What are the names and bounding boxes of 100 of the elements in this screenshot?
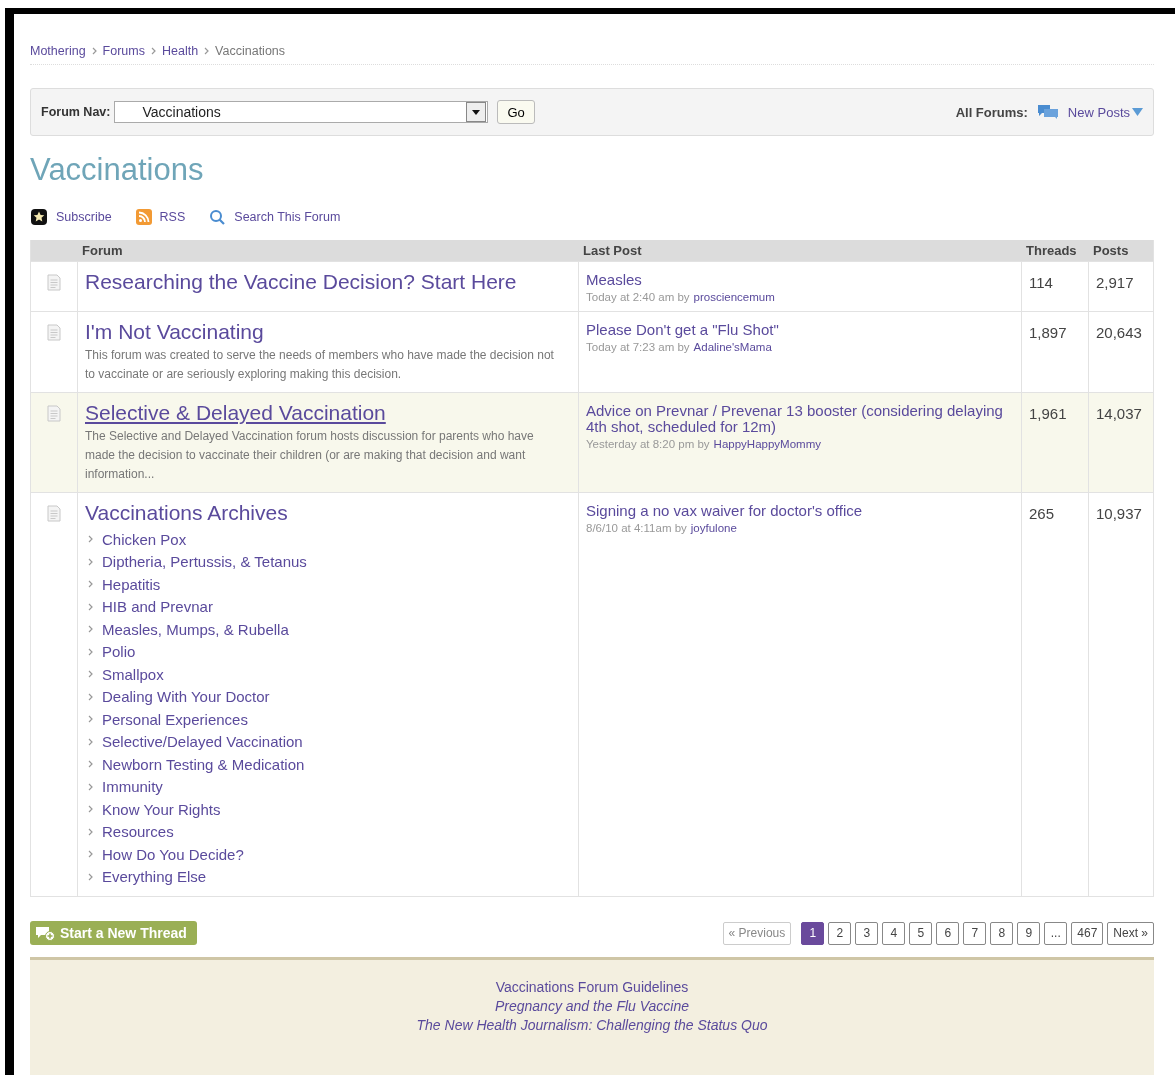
last-post-link[interactable]: Advice on Prevnar / Prevenar 13 booster (considering delaying 4th shot, scheduled for 12m) bbox=[586, 403, 1014, 435]
chevron-icon bbox=[204, 47, 210, 55]
all-forums-label: All Forums: bbox=[955, 104, 1028, 120]
page-button[interactable]: 7 bbox=[963, 921, 987, 945]
breadcrumb-link[interactable]: Health bbox=[161, 44, 199, 58]
last-post-link[interactable]: Measles bbox=[586, 272, 1014, 288]
dropdown-icon bbox=[472, 109, 481, 115]
subforum-link[interactable]: How Do You Decide? bbox=[102, 845, 244, 863]
rss-icon bbox=[135, 209, 152, 225]
search-icon bbox=[209, 208, 227, 226]
chevron-icon bbox=[88, 782, 93, 791]
posts-count: 14,037 bbox=[1088, 392, 1153, 492]
search-link[interactable]: Search This Forum bbox=[209, 208, 341, 226]
add-comment-icon bbox=[35, 925, 55, 941]
subforum-link[interactable]: Immunity bbox=[102, 778, 163, 796]
chevron-icon bbox=[88, 692, 93, 701]
go-button[interactable]: Go bbox=[497, 100, 535, 124]
forum-description: This forum was created to serve the needs of members who have made the decision not to vaccinate or are seriously exploring making this decision. bbox=[85, 347, 555, 383]
forum-title-link[interactable]: Selective & Delayed Vaccination bbox=[85, 401, 386, 425]
column-header: Last Post bbox=[578, 240, 1021, 261]
document-icon bbox=[47, 274, 61, 291]
subforum-link[interactable]: Personal Experiences bbox=[102, 710, 248, 728]
post-time: Today at 2:40 am by bbox=[586, 291, 690, 303]
subforum-link[interactable]: Chicken Pox bbox=[102, 530, 187, 548]
subforum-link[interactable]: Dealing With Your Doctor bbox=[102, 688, 270, 706]
subforum-link[interactable]: HIB and Prevnar bbox=[102, 598, 213, 616]
chevron-icon bbox=[88, 602, 93, 611]
chevron-icon bbox=[88, 760, 93, 769]
post-time: Yesterday at 8:20 pm by bbox=[586, 438, 710, 450]
post-time: Today at 7:23 am by bbox=[586, 341, 690, 353]
new-posts-link[interactable]: New Posts bbox=[1067, 104, 1143, 120]
chevron-icon bbox=[88, 827, 93, 836]
page-button[interactable]: 467 bbox=[1071, 921, 1104, 945]
subforum-link[interactable]: Polio bbox=[102, 643, 136, 661]
chevron-icon bbox=[88, 647, 93, 656]
last-post-link[interactable]: Signing a no vax waiver for doctor's office bbox=[586, 503, 1014, 519]
caret-icon bbox=[1132, 108, 1143, 116]
page-button[interactable]: 5 bbox=[909, 921, 933, 945]
username-link[interactable]: prosciencemum bbox=[693, 291, 775, 303]
next-page-button[interactable]: Next » bbox=[1107, 921, 1154, 945]
chevron-icon bbox=[88, 580, 93, 589]
page-title: Vaccinations bbox=[30, 152, 205, 188]
chevron-icon bbox=[88, 850, 93, 859]
chevron-icon bbox=[88, 670, 93, 679]
page-button[interactable]: 6 bbox=[936, 921, 960, 945]
breadcrumb-link[interactable]: Forums bbox=[102, 44, 145, 58]
page-button[interactable]: 3 bbox=[855, 921, 879, 945]
subforum-link[interactable]: Newborn Testing & Medication bbox=[102, 755, 305, 773]
speech-bubbles-icon bbox=[1037, 105, 1058, 119]
breadcrumb-link[interactable]: Vaccinations bbox=[215, 44, 286, 58]
chevron-icon bbox=[150, 47, 156, 55]
forum-nav-label: Forum Nav: bbox=[41, 105, 111, 119]
footer-link[interactable]: Pregnancy and the Flu Vaccine bbox=[494, 997, 689, 1016]
chevron-icon bbox=[88, 872, 93, 881]
username-link[interactable]: HappyHappyMommy bbox=[713, 438, 821, 450]
subforum-link[interactable]: Measles, Mumps, & Rubella bbox=[102, 620, 289, 638]
subforum-link[interactable]: Diptheria, Pertussis, & Tetanus bbox=[102, 553, 307, 571]
subforum-link[interactable]: Know Your Rights bbox=[102, 800, 221, 818]
subforum-link[interactable]: Resources bbox=[102, 823, 174, 841]
subforum-link[interactable]: Selective/Delayed Vaccination bbox=[102, 733, 303, 751]
document-icon bbox=[47, 324, 61, 341]
page-button[interactable]: 2 bbox=[828, 921, 852, 945]
chevron-icon bbox=[88, 805, 93, 814]
footer-link[interactable]: The New Health Journalism: Challenging the Status Quo bbox=[416, 1016, 768, 1035]
page-button[interactable]: ... bbox=[1044, 921, 1068, 945]
forum-select[interactable]: Vaccinations bbox=[114, 101, 489, 123]
last-post-link[interactable]: Please Don't get a "Flu Shot" bbox=[586, 322, 1014, 338]
forum-title-link[interactable]: Vaccinations Archives bbox=[85, 501, 288, 525]
posts-count: 10,937 bbox=[1088, 492, 1153, 896]
username-link[interactable]: Adaline'sMama bbox=[693, 341, 772, 353]
forum-title-link[interactable]: I'm Not Vaccinating bbox=[85, 320, 264, 344]
column-header: Threads bbox=[1021, 240, 1088, 261]
forum-description: The Selective and Delayed Vaccination forum hosts discussion for parents who have made the decision to vaccinate their children (or are making that decision and want information... bbox=[85, 428, 535, 483]
column-header: Posts bbox=[1088, 240, 1153, 261]
page-button[interactable]: 9 bbox=[1017, 921, 1041, 945]
page-button[interactable]: 4 bbox=[882, 921, 906, 945]
document-icon bbox=[47, 405, 61, 422]
chevron-icon bbox=[88, 625, 93, 634]
page-button[interactable]: 8 bbox=[990, 921, 1014, 945]
breadcrumb-link[interactable]: Mothering bbox=[30, 44, 86, 58]
username-link[interactable]: joyfulone bbox=[690, 522, 737, 534]
chevron-icon bbox=[88, 535, 93, 544]
subforum-link[interactable]: Everything Else bbox=[102, 868, 207, 886]
threads-count: 265 bbox=[1021, 492, 1088, 896]
rss-link[interactable]: RSS bbox=[135, 209, 186, 225]
footer-link[interactable]: Vaccinations Forum Guidelines bbox=[495, 978, 689, 997]
column-header: Forum bbox=[77, 240, 578, 261]
chevron-icon bbox=[88, 737, 93, 746]
page-button[interactable]: 1 bbox=[801, 921, 825, 945]
threads-count: 114 bbox=[1021, 261, 1088, 311]
subforum-link[interactable]: Hepatitis bbox=[102, 575, 161, 593]
subforum-link[interactable]: Smallpox bbox=[102, 665, 164, 683]
chevron-icon bbox=[88, 715, 93, 724]
threads-count: 1,961 bbox=[1021, 392, 1088, 492]
document-icon bbox=[47, 505, 61, 522]
posts-count: 2,917 bbox=[1088, 261, 1153, 311]
subscribe-link[interactable]: Subscribe bbox=[30, 208, 112, 226]
chevron-icon bbox=[91, 47, 97, 55]
previous-page-button[interactable]: « Previous bbox=[722, 921, 792, 945]
forum-title-link[interactable]: Researching the Vaccine Decision? Start Here bbox=[85, 270, 517, 294]
